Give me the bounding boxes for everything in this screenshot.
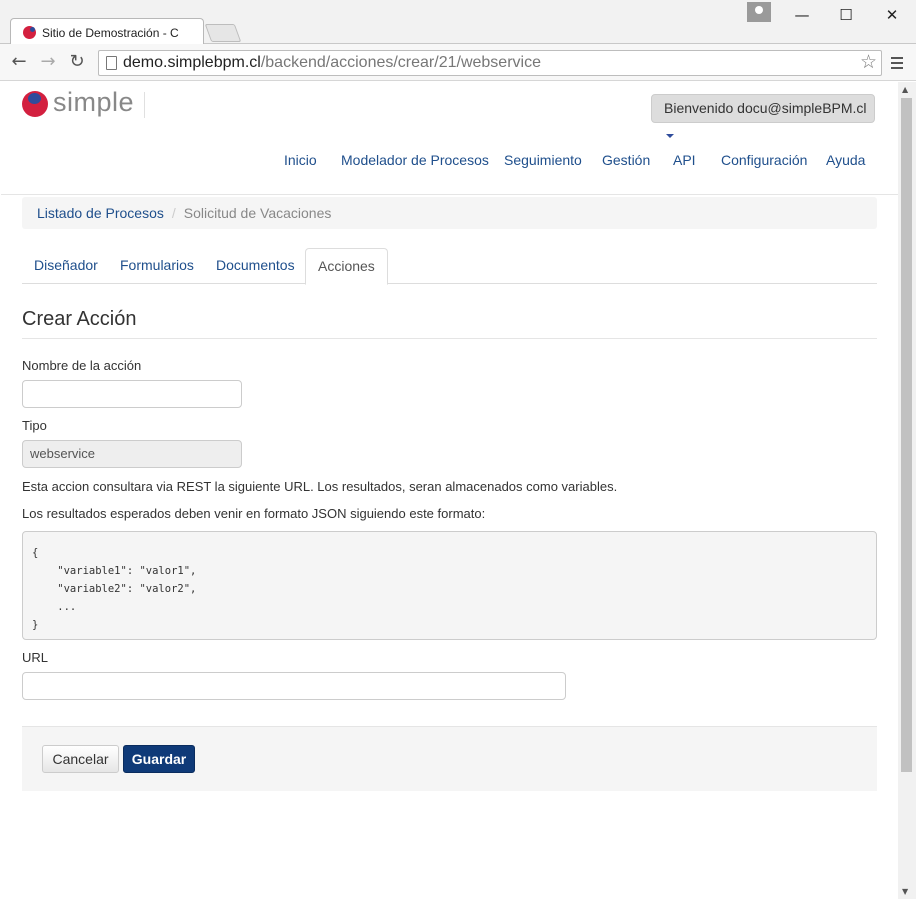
scroll-down-icon[interactable]: ▼	[902, 887, 908, 896]
browser-tab[interactable]: Sitio de Demostración - C	[10, 18, 204, 45]
forward-icon[interactable]: →	[37, 52, 59, 74]
close-window-button[interactable]: ✕	[878, 4, 906, 26]
favicon-icon	[23, 26, 36, 39]
header-divider	[1, 194, 898, 195]
tab-formularios[interactable]: Formularios	[108, 248, 206, 284]
caret-down-icon	[666, 134, 674, 139]
minimize-button[interactable]: —	[788, 4, 816, 26]
nav-item-configuracion[interactable]: Configuración	[721, 152, 807, 168]
browser-menu-icon[interactable]	[888, 54, 906, 70]
back-icon[interactable]: ←	[8, 52, 30, 74]
help-text-rest: Esta accion consultara via REST la sigui…	[22, 479, 618, 494]
nav-item-ayuda[interactable]: Ayuda	[826, 152, 865, 168]
url-host: demo.simplebpm.cl	[123, 54, 261, 71]
profile-icon[interactable]	[747, 2, 771, 22]
address-bar[interactable]: demo.simplebpm.cl/backend/acciones/crear…	[98, 50, 882, 76]
scroll-up-icon[interactable]: ▲	[902, 85, 908, 94]
breadcrumb: Listado de Procesos / Solicitud de Vacacio…	[22, 197, 877, 229]
process-tabs: Diseñador Formularios Documentos Accione…	[22, 248, 877, 285]
reload-icon[interactable]: ↻	[66, 52, 88, 74]
logo-mark-icon	[22, 91, 48, 117]
breadcrumb-link-procesos[interactable]: Listado de Procesos	[37, 205, 164, 221]
bookmark-star-icon[interactable]: ☆	[860, 51, 877, 73]
new-tab-button[interactable]	[204, 24, 242, 42]
type-label: Tipo	[22, 418, 47, 433]
welcome-text: Bienvenido docu@simpleBPM.cl	[664, 100, 867, 116]
tab-documentos[interactable]: Documentos	[204, 248, 307, 284]
browser-titlebar: Sitio de Demostración - C — ☐ ✕	[0, 0, 916, 45]
url-label: URL	[22, 650, 49, 665]
url-input[interactable]	[22, 672, 566, 700]
help-text-format: Los resultados esperados deben venir en …	[22, 506, 486, 521]
tab-disenador[interactable]: Diseñador	[22, 248, 110, 284]
nav-item-gestion[interactable]: Gestión	[602, 152, 650, 168]
page-scrollbar[interactable]: ▲ ▼	[898, 82, 916, 899]
url-path: /backend/acciones/crear/21/webservice	[260, 54, 541, 71]
logo-divider	[144, 92, 145, 118]
save-button[interactable]: Guardar	[123, 745, 195, 773]
nav-item-modelador[interactable]: Modelador de Procesos	[341, 152, 489, 168]
page-icon	[106, 56, 117, 70]
tab-title: Sitio de Demostración - C	[42, 26, 179, 40]
name-label: Nombre de la acción	[22, 358, 142, 373]
form-actions: Cancelar Guardar	[22, 726, 877, 791]
nav-item-inicio[interactable]: Inicio	[284, 152, 317, 168]
browser-toolbar: ← → ↻ demo.simplebpm.cl/backend/acciones…	[0, 44, 916, 81]
nav-item-api[interactable]: API	[673, 152, 696, 168]
breadcrumb-separator: /	[171, 205, 176, 221]
json-example-code: { "variable1": "valor1", "variable2": "v…	[22, 531, 877, 640]
nav-item-seguimiento[interactable]: Seguimiento	[504, 152, 582, 168]
scroll-thumb[interactable]	[901, 98, 912, 772]
maximize-button[interactable]: ☐	[832, 4, 860, 26]
page-title: Crear Acción	[22, 308, 137, 330]
main-nav: Inicio Modelador de Procesos Seguimiento…	[1, 152, 898, 172]
page-viewport: simple Bienvenido docu@simpleBPM.cl Inic…	[1, 82, 898, 899]
cancel-button[interactable]: Cancelar	[42, 745, 119, 773]
title-divider	[22, 338, 877, 339]
name-input[interactable]	[22, 380, 242, 408]
tab-acciones[interactable]: Acciones	[305, 248, 388, 285]
breadcrumb-current: Solicitud de Vacaciones	[183, 205, 332, 221]
user-dropdown-button[interactable]: Bienvenido docu@simpleBPM.cl	[651, 94, 875, 139]
url-text[interactable]: demo.simplebpm.cl/backend/acciones/crear…	[123, 54, 541, 72]
logo-text: simple	[53, 87, 135, 117]
type-field: webservice	[22, 440, 242, 468]
